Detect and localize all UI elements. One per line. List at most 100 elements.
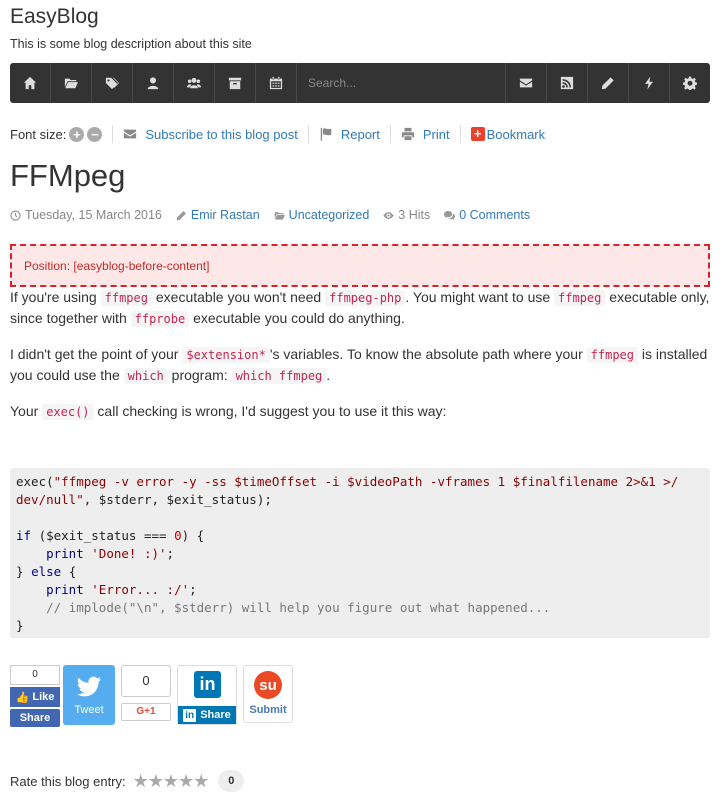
post-author-link[interactable]: Emir Rastan <box>191 208 260 222</box>
print-link[interactable]: Print <box>401 127 450 142</box>
font-decrease-button[interactable]: − <box>87 126 103 142</box>
toolbar-divider <box>459 125 461 143</box>
folder-icon <box>274 211 285 220</box>
post-author[interactable]: Emir Rastan <box>176 208 260 222</box>
inline-code: ffmpeg <box>554 290 606 306</box>
pencil-icon <box>176 210 186 220</box>
code-fn: exec( <box>16 474 54 489</box>
bookmark-link[interactable]: + Bookmark <box>470 127 545 142</box>
gear-icon <box>683 76 697 90</box>
report-label: Report <box>340 126 380 142</box>
nav-calendar-button[interactable] <box>256 63 297 103</box>
bookmark-plus-icon: + <box>470 127 485 141</box>
googleplus-widget: 0 G+1 <box>121 665 171 721</box>
code-string: 'Error... :/' <box>91 582 190 597</box>
rating-section: Rate this blog entry: ★★★★★ 0 <box>10 770 245 792</box>
code-text: ($exit_status === <box>31 528 175 543</box>
inline-code: which ffmpeg <box>231 368 327 384</box>
thumbs-up-icon: 👍 <box>15 691 30 704</box>
inline-code: ffprobe <box>130 311 190 327</box>
flag-icon <box>320 127 332 141</box>
eye-icon <box>383 211 394 219</box>
post-hits-text: 3 Hits <box>398 208 431 222</box>
toolbar-divider <box>389 125 391 143</box>
nav-teams-button[interactable] <box>174 63 215 103</box>
inline-code: which <box>123 368 168 384</box>
post-date: Tuesday, 15 March 2016 <box>10 208 162 222</box>
nav-subscribe-button[interactable] <box>505 63 546 103</box>
inline-code: ffmpeg-php <box>325 290 406 306</box>
text: 's variables. To know the absolute path … <box>269 346 587 362</box>
facebook-like-label: Like <box>32 691 55 703</box>
linkedin-share-label: Share <box>200 709 231 721</box>
envelope-icon <box>519 78 533 88</box>
stumbleupon-submit-button[interactable]: Submit <box>244 704 292 716</box>
linkedin-share-button[interactable]: in Share <box>178 706 236 724</box>
toolbar-divider <box>112 125 114 143</box>
folder-icon <box>64 78 78 89</box>
font-increase-button[interactable]: + <box>69 126 85 142</box>
code-text: ) { <box>181 528 205 543</box>
post-comments-link[interactable]: 0 Comments <box>459 208 530 222</box>
post-title: FFMpeg <box>10 158 126 193</box>
content-paragraph: If you're using ffmpeg executable you wo… <box>10 287 710 329</box>
linkedin-icon: in <box>194 671 221 698</box>
text: executable you won't need <box>151 289 326 305</box>
rss-icon <box>560 76 574 90</box>
code-comment: // implode("\n", $stderr) will help you … <box>46 600 551 615</box>
text: program: <box>167 367 232 383</box>
text: I didn't get the point of your <box>10 346 183 362</box>
nav-home-button[interactable] <box>10 63 51 103</box>
googleplus-count: 0 <box>121 665 171 697</box>
archive-icon <box>228 77 242 90</box>
linkedin-widget[interactable]: in in Share <box>177 665 237 725</box>
text: . You might want to use <box>405 289 555 305</box>
search-input[interactable] <box>308 76 505 90</box>
code-keyword: else <box>31 564 62 579</box>
social-share-bar: 0 👍 Like Share Tweet 0 G+1 in in Share s… <box>10 665 293 727</box>
nav-rss-button[interactable] <box>546 63 587 103</box>
facebook-count: 0 <box>10 665 60 685</box>
code-number: 0 <box>174 528 182 543</box>
tags-icon <box>105 77 119 90</box>
nav-tags-button[interactable] <box>92 63 133 103</box>
code-text: } <box>16 564 32 579</box>
text: Your <box>10 403 43 419</box>
post-hits: 3 Hits <box>383 208 430 222</box>
text: If you're using <box>10 289 101 305</box>
subscribe-link[interactable]: Subscribe to this blog post <box>123 126 298 142</box>
site-title[interactable]: EasyBlog <box>10 5 99 29</box>
tweet-button[interactable]: Tweet <box>63 665 115 725</box>
code-text: } <box>16 618 24 633</box>
inline-code: $extension* <box>182 347 270 363</box>
nav-bloggers-button[interactable] <box>133 63 174 103</box>
subscribe-label: Subscribe to this blog post <box>145 126 298 142</box>
comments-icon <box>444 210 456 220</box>
code-keyword: print <box>46 546 84 561</box>
post-category[interactable]: Uncategorized <box>274 208 370 222</box>
stumbleupon-widget[interactable]: su Submit <box>243 665 293 723</box>
calendar-icon <box>269 76 283 90</box>
post-category-link[interactable]: Uncategorized <box>289 208 370 222</box>
facebook-share-button[interactable]: Share <box>10 709 60 727</box>
code-text: , $stderr, $exit_status); <box>83 492 272 507</box>
text: . <box>326 367 331 383</box>
tweet-label: Tweet <box>74 704 104 716</box>
nav-settings-button[interactable] <box>669 63 710 103</box>
report-link[interactable]: Report <box>319 127 380 142</box>
post-date-text: Tuesday, 15 March 2016 <box>25 208 162 222</box>
post-meta: Tuesday, 15 March 2016 Emir Rastan Uncat… <box>10 208 544 222</box>
googleplus-button[interactable]: G+1 <box>121 703 171 721</box>
nav-write-button[interactable] <box>587 63 628 103</box>
text: call checking is wrong, I'd suggest you … <box>93 403 447 419</box>
text: executable you could do anything. <box>189 310 405 326</box>
nav-archives-button[interactable] <box>215 63 256 103</box>
clock-icon <box>10 209 21 221</box>
inline-code: exec() <box>42 404 94 420</box>
nav-categories-button[interactable] <box>51 63 92 103</box>
nav-quickpost-button[interactable] <box>628 63 669 103</box>
post-comments[interactable]: 0 Comments <box>444 208 530 222</box>
facebook-like-button[interactable]: 👍 Like <box>10 687 60 707</box>
code-string: 'Done! :)' <box>91 546 167 561</box>
rating-stars[interactable]: ★★★★★ <box>133 771 210 792</box>
